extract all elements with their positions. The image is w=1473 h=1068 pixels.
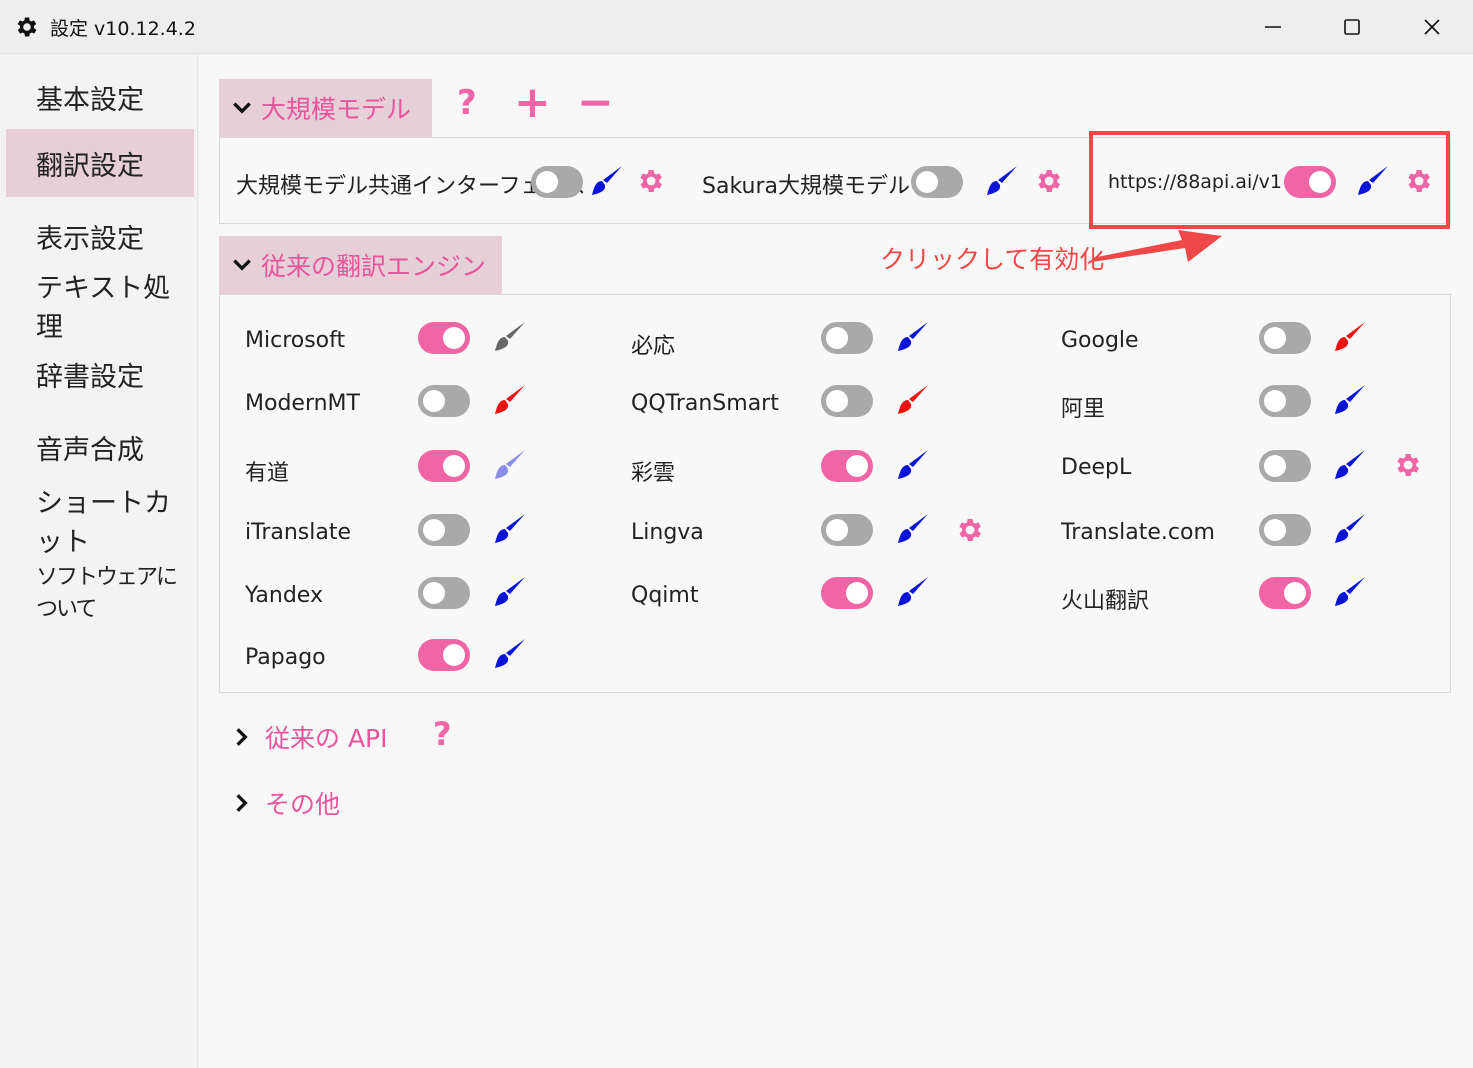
engine-label: Google xyxy=(1061,328,1139,353)
brush-icon[interactable] xyxy=(493,382,529,418)
sidebar-item-translation[interactable]: 翻訳設定 xyxy=(6,129,194,197)
engine-label: DeepL xyxy=(1061,455,1132,480)
chevron-right-icon xyxy=(236,728,248,746)
close-button[interactable] xyxy=(1392,0,1472,54)
gear-icon[interactable] xyxy=(1033,166,1063,196)
toggle-switch[interactable] xyxy=(1259,577,1311,609)
toggle-switch[interactable] xyxy=(418,514,470,546)
brush-icon[interactable] xyxy=(493,574,529,610)
engine-label: 彩雲 xyxy=(631,461,676,486)
brush-icon[interactable] xyxy=(1333,511,1369,547)
sidebar-item-text-processing[interactable]: テキスト処理 xyxy=(6,271,194,343)
toggle-switch[interactable] xyxy=(821,385,873,417)
title-bar: 設定 v10.12.4.2 xyxy=(0,0,1473,54)
toggle-switch[interactable] xyxy=(821,450,873,482)
toggle-switch[interactable] xyxy=(418,577,470,609)
toggle-switch[interactable] xyxy=(531,166,583,198)
brush-icon[interactable] xyxy=(1333,319,1369,355)
engine-label: 必応 xyxy=(631,334,676,359)
highlight-box xyxy=(1089,131,1450,229)
brush-icon[interactable] xyxy=(1333,574,1369,610)
maximize-icon xyxy=(1344,19,1360,35)
maximize-button[interactable] xyxy=(1312,0,1392,54)
help-icon[interactable]: ? xyxy=(457,83,477,123)
section-title: 従来の API xyxy=(265,724,388,753)
brush-icon[interactable] xyxy=(896,382,932,418)
brush-icon[interactable] xyxy=(896,574,932,610)
help-icon[interactable]: ? xyxy=(433,715,452,753)
engine-label: Translate.com xyxy=(1061,520,1215,545)
brush-icon[interactable] xyxy=(493,636,529,672)
chevron-right-icon xyxy=(236,794,248,812)
brush-icon[interactable] xyxy=(590,163,626,199)
brush-icon[interactable] xyxy=(493,511,529,547)
engine-label: Lingva xyxy=(631,520,704,545)
engine-label: QQTranSmart xyxy=(631,391,779,416)
sidebar-item-dictionary[interactable]: 辞書設定 xyxy=(6,340,194,408)
toggle-switch[interactable] xyxy=(911,166,963,198)
toggle-switch[interactable] xyxy=(821,322,873,354)
engine-label: Qqimt xyxy=(631,583,699,608)
llm-item-label: Sakura大規模モデル xyxy=(702,174,910,199)
engine-label: 有道 xyxy=(245,461,290,486)
toggle-switch[interactable] xyxy=(1259,322,1311,354)
annotation-text: クリックして有効化 xyxy=(880,245,1105,274)
engine-label: Yandex xyxy=(245,583,323,608)
gear-icon[interactable] xyxy=(954,515,984,545)
minimize-button[interactable] xyxy=(1233,0,1313,54)
engine-label: ModernMT xyxy=(245,391,360,416)
toggle-switch[interactable] xyxy=(418,639,470,671)
engine-label: Papago xyxy=(245,645,326,670)
toggle-switch[interactable] xyxy=(1259,450,1311,482)
toggle-switch[interactable] xyxy=(1259,514,1311,546)
section-title: その他 xyxy=(265,790,341,819)
brush-icon[interactable] xyxy=(896,447,932,483)
section-title: 大規模モデル xyxy=(261,95,412,124)
sidebar-item-basic[interactable]: 基本設定 xyxy=(6,63,194,131)
toggle-switch[interactable] xyxy=(418,322,470,354)
sidebar-item-tts[interactable]: 音声合成 xyxy=(6,413,194,481)
gear-icon xyxy=(17,17,37,37)
arrow-icon xyxy=(1092,230,1222,262)
sidebar-item-shortcuts[interactable]: ショートカット xyxy=(6,486,194,558)
sidebar-item-about[interactable]: ソフトウェアについて xyxy=(6,557,194,625)
brush-icon[interactable] xyxy=(896,511,932,547)
engine-label: Microsoft xyxy=(245,328,346,353)
add-icon[interactable]: + xyxy=(514,77,551,128)
toggle-switch[interactable] xyxy=(418,450,470,482)
brush-icon[interactable] xyxy=(1333,382,1369,418)
engine-label: 阿里 xyxy=(1061,397,1106,422)
minimize-icon xyxy=(1265,26,1281,28)
section-title: 従来の翻訳エンジン xyxy=(261,252,487,281)
section-header-other[interactable]: その他 xyxy=(231,785,340,821)
gear-icon[interactable] xyxy=(1392,450,1422,480)
remove-icon[interactable]: − xyxy=(577,77,614,128)
toggle-switch[interactable] xyxy=(418,385,470,417)
close-icon xyxy=(1424,19,1440,35)
chevron-down-icon xyxy=(233,102,251,114)
engine-label: 火山翻訳 xyxy=(1061,589,1150,614)
sidebar-item-display[interactable]: 表示設定 xyxy=(6,202,194,270)
section-header-llm[interactable]: 大規模モデル xyxy=(219,79,432,137)
brush-icon[interactable] xyxy=(896,319,932,355)
brush-icon[interactable] xyxy=(493,447,529,483)
section-header-engines[interactable]: 従来の翻訳エンジン xyxy=(219,236,502,294)
engine-label: iTranslate xyxy=(245,520,352,545)
window-title: 設定 v10.12.4.2 xyxy=(50,18,196,40)
toggle-switch[interactable] xyxy=(1259,385,1311,417)
sidebar: 基本設定 翻訳設定 表示設定 テキスト処理 辞書設定 音声合成 ショートカット … xyxy=(0,55,198,1068)
brush-icon[interactable] xyxy=(493,319,529,355)
gear-icon[interactable] xyxy=(635,166,665,196)
toggle-switch[interactable] xyxy=(821,514,873,546)
section-header-api[interactable]: 従来の API xyxy=(231,719,388,755)
brush-icon[interactable] xyxy=(985,163,1021,199)
chevron-down-icon xyxy=(233,259,251,271)
toggle-switch[interactable] xyxy=(821,577,873,609)
brush-icon[interactable] xyxy=(1333,447,1369,483)
